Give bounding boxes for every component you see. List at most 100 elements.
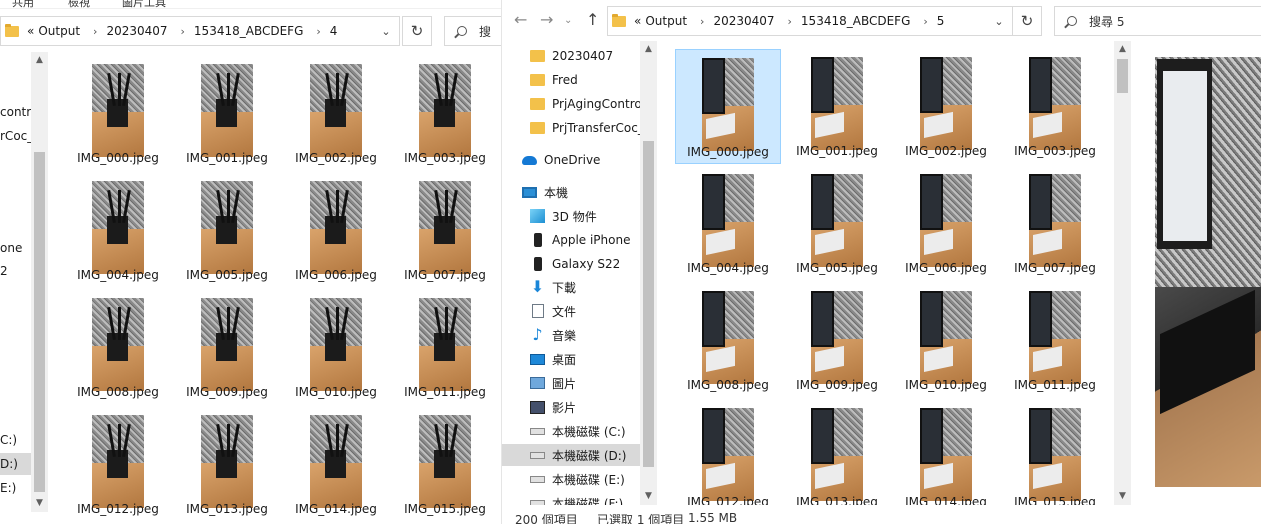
ribbon-tab-view[interactable]: 檢視 — [68, 0, 90, 8]
nav-item[interactable]: 3D 物件 — [502, 205, 640, 227]
ribbon-tab-picture-tools[interactable]: 圖片工具 — [122, 0, 166, 8]
scroll-up-icon[interactable]: ▲ — [1114, 41, 1131, 58]
nav-item[interactable]: PrjAgingContro — [502, 93, 640, 115]
file-item[interactable]: IMG_013.jpeg — [174, 407, 280, 522]
breadcrumb-output[interactable]: Output — [645, 14, 687, 28]
ribbon-tab-share[interactable]: 共用 — [12, 0, 34, 8]
file-item[interactable]: IMG_007.jpeg — [392, 173, 498, 288]
scroll-thumb[interactable] — [1117, 59, 1128, 93]
file-item[interactable]: IMG_005.jpeg — [784, 166, 890, 281]
file-item[interactable]: IMG_010.jpeg — [893, 283, 999, 398]
file-item[interactable]: IMG_009.jpeg — [784, 283, 890, 398]
nav-item[interactable]: PrjTransferCoc_ — [502, 117, 640, 139]
breadcrumb-overflow[interactable]: « — [634, 14, 641, 28]
nav-item[interactable]: 桌面 — [502, 348, 640, 370]
nav-item[interactable]: 本機磁碟 (F:) — [502, 492, 640, 505]
nav-item[interactable]: 文件 — [502, 300, 640, 322]
file-item[interactable]: IMG_011.jpeg — [392, 290, 498, 405]
nav-item-transfer[interactable]: rCoc_ — [0, 125, 32, 147]
nav-item-drive-e[interactable]: E:) — [0, 477, 32, 499]
nav-item[interactable]: 影片 — [502, 396, 640, 418]
refresh-button[interactable]: ↻ — [1012, 6, 1042, 36]
file-item[interactable]: IMG_015.jpeg — [392, 407, 498, 522]
nav-item-galaxy[interactable]: 2 — [0, 260, 32, 282]
file-item[interactable]: IMG_003.jpeg — [1002, 49, 1108, 164]
file-item[interactable]: IMG_008.jpeg — [65, 290, 171, 405]
nav-item-label: PrjAgingContro — [552, 97, 640, 111]
file-item[interactable]: IMG_010.jpeg — [283, 290, 389, 405]
file-item[interactable]: IMG_007.jpeg — [1002, 166, 1108, 281]
file-item[interactable]: IMG_014.jpeg — [893, 400, 999, 515]
breadcrumb-current[interactable]: 5 — [937, 14, 945, 28]
file-item[interactable]: IMG_015.jpeg — [1002, 400, 1108, 515]
file-item[interactable]: IMG_005.jpeg — [174, 173, 280, 288]
file-item[interactable]: IMG_000.jpeg — [675, 49, 781, 164]
file-item[interactable]: IMG_000.jpeg — [65, 56, 171, 171]
file-item[interactable]: IMG_006.jpeg — [893, 166, 999, 281]
scroll-thumb[interactable] — [643, 141, 654, 467]
address-bar[interactable]: « Output › 20230407 › 153418_ABCDEFG › 4… — [0, 16, 400, 46]
nav-item[interactable]: 本機磁碟 (D:) — [502, 444, 640, 466]
file-item[interactable]: IMG_002.jpeg — [283, 56, 389, 171]
scroll-down-icon[interactable]: ▼ — [31, 495, 48, 512]
nav-item[interactable]: ♪ 音樂 — [502, 324, 640, 346]
search-icon — [457, 26, 467, 36]
scroll-down-icon[interactable]: ▼ — [640, 488, 657, 505]
breadcrumb-overflow[interactable]: « — [27, 24, 34, 38]
nav-item[interactable]: 本機 — [502, 181, 640, 203]
nav-item[interactable]: OneDrive — [502, 149, 640, 171]
scroll-up-icon[interactable]: ▲ — [640, 41, 657, 58]
file-item[interactable]: IMG_003.jpeg — [392, 56, 498, 171]
file-item[interactable]: IMG_002.jpeg — [893, 49, 999, 164]
scroll-thumb[interactable] — [34, 152, 45, 492]
nav-item[interactable]: ⬇ 下載 — [502, 276, 640, 298]
file-item[interactable]: IMG_011.jpeg — [1002, 283, 1108, 398]
forward-arrow-icon[interactable]: → — [540, 10, 553, 29]
file-name: IMG_006.jpeg — [905, 261, 987, 275]
search-input[interactable]: 搜尋 5 — [1054, 6, 1261, 36]
nav-item-drive-c[interactable]: C:) — [0, 429, 32, 451]
nav-item[interactable]: 20230407 — [502, 45, 640, 67]
breadcrumb-current[interactable]: 4 — [330, 24, 338, 38]
chevron-down-icon[interactable]: ⌄ — [373, 25, 399, 38]
file-name: IMG_011.jpeg — [404, 385, 486, 399]
address-bar[interactable]: « Output › 20230407 › 153418_ABCDEFG › 5… — [607, 6, 1013, 36]
file-item[interactable]: IMG_001.jpeg — [174, 56, 280, 171]
nav-item-aging-control[interactable]: contro — [0, 101, 32, 123]
up-arrow-icon[interactable]: ↑ — [586, 10, 599, 29]
nav-item[interactable]: Apple iPhone — [502, 229, 640, 251]
file-name: IMG_004.jpeg — [77, 268, 159, 282]
nav-scrollbar[interactable]: ▲ ▼ — [640, 41, 657, 505]
breadcrumb-date[interactable]: 20230407 — [713, 14, 774, 28]
nav-item[interactable]: 圖片 — [502, 372, 640, 394]
nav-item[interactable]: Galaxy S22 — [502, 253, 640, 275]
nav-item[interactable]: 本機磁碟 (C:) — [502, 420, 640, 442]
breadcrumb-session[interactable]: 153418_ABCDEFG — [801, 14, 910, 28]
search-input[interactable]: 搜 — [444, 16, 501, 46]
file-item[interactable]: IMG_004.jpeg — [675, 166, 781, 281]
file-item[interactable]: IMG_014.jpeg — [283, 407, 389, 522]
file-item[interactable]: IMG_009.jpeg — [174, 290, 280, 405]
nav-item[interactable]: Fred — [502, 69, 640, 91]
nav-item[interactable]: 本機磁碟 (E:) — [502, 468, 640, 490]
back-arrow-icon[interactable]: ← — [514, 10, 527, 29]
nav-item-iphone[interactable]: one — [0, 237, 32, 259]
recent-chevron-icon[interactable]: ⌄ — [564, 15, 572, 26]
file-item[interactable]: IMG_013.jpeg — [784, 400, 890, 515]
file-item[interactable]: IMG_008.jpeg — [675, 283, 781, 398]
file-item[interactable]: IMG_012.jpeg — [65, 407, 171, 522]
file-item[interactable]: IMG_004.jpeg — [65, 173, 171, 288]
breadcrumb-output[interactable]: Output — [38, 24, 80, 38]
scroll-down-icon[interactable]: ▼ — [1114, 488, 1131, 505]
content-scrollbar[interactable]: ▲ ▼ — [1114, 41, 1131, 505]
file-item[interactable]: IMG_012.jpeg — [675, 400, 781, 515]
scroll-up-icon[interactable]: ▲ — [31, 52, 48, 69]
nav-item-drive-d[interactable]: D:) — [0, 453, 32, 475]
refresh-button[interactable]: ↻ — [402, 16, 432, 46]
file-item[interactable]: IMG_001.jpeg — [784, 49, 890, 164]
chevron-down-icon[interactable]: ⌄ — [986, 15, 1012, 28]
breadcrumb-session[interactable]: 153418_ABCDEFG — [194, 24, 303, 38]
file-item[interactable]: IMG_006.jpeg — [283, 173, 389, 288]
nav-scrollbar[interactable]: ▲ ▼ — [31, 52, 48, 512]
breadcrumb-date[interactable]: 20230407 — [106, 24, 167, 38]
